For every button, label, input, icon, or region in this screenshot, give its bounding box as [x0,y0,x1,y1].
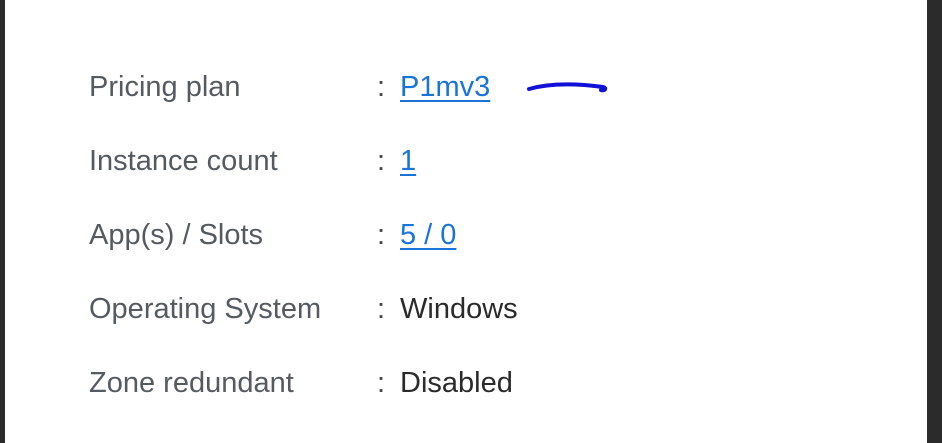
separator-colon: : [377,71,386,103]
separator-colon: : [377,293,386,325]
separator-colon: : [377,145,386,177]
operating-system-label: Operating System [89,293,322,325]
window-frame: Pricing plan : P1mv3 Instance count : 1 … [0,0,942,443]
pricing-plan-label: Pricing plan [89,71,241,103]
operating-system-value: Windows [400,293,518,325]
pricing-plan-link[interactable]: P1mv3 [400,66,490,108]
instance-count-label: Instance count [89,145,278,177]
separator-colon: : [377,219,386,251]
apps-slots-link[interactable]: 5 / 0 [400,214,456,256]
zone-redundant-value: Disabled [400,367,513,399]
instance-count-link[interactable]: 1 [400,140,416,182]
apps-slots-label: App(s) / Slots [89,219,264,251]
properties-panel: Pricing plan : P1mv3 Instance count : 1 … [5,0,927,443]
pen-annotation-stroke [527,82,608,93]
separator-colon: : [377,367,386,399]
zone-redundant-label: Zone redundant [89,367,294,399]
